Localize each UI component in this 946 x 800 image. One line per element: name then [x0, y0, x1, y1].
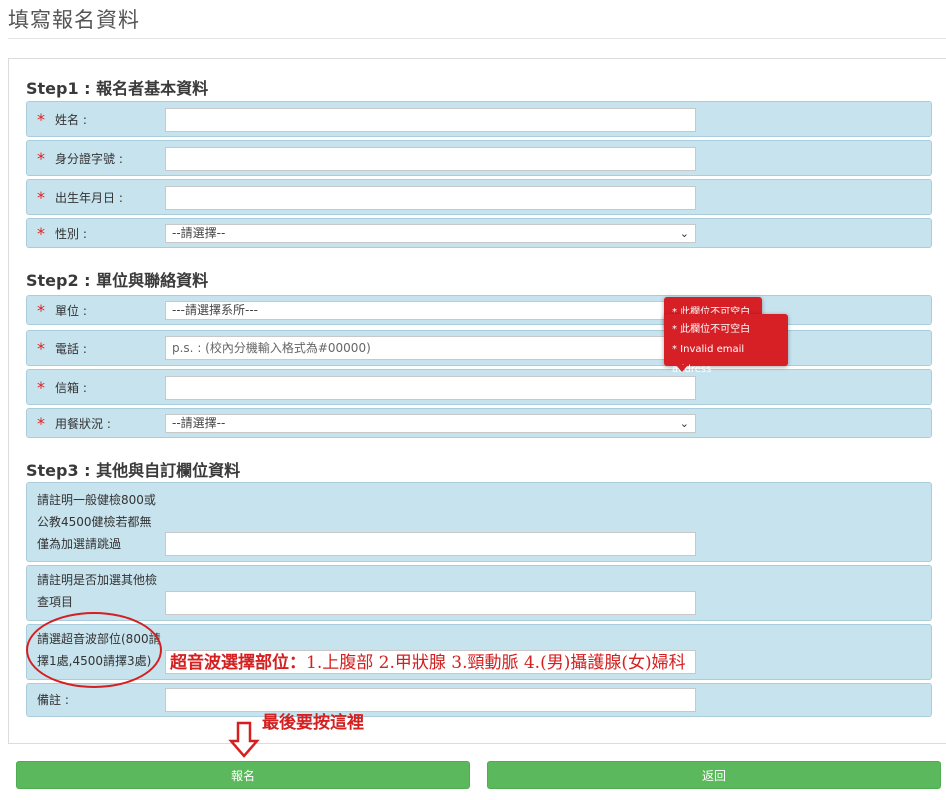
checkup-type-label: 請註明一般健檢800或公教4500健檢若都無僅為加選請跳過 — [37, 493, 156, 551]
step1-title: Step1 : 報名者基本資料 — [26, 79, 209, 98]
row-meal: * 用餐狀況 : --請選擇-- ⌄ — [26, 408, 932, 438]
gender-select-value: --請選擇-- — [172, 226, 226, 240]
gender-label: * 性別 : — [37, 222, 87, 245]
required-marker: * — [37, 378, 45, 397]
id-number-label: * 身分證字號 : — [37, 147, 123, 170]
ultrasound-annotation: 超音波選擇部位：1.上腹部 2.甲狀腺 3.頸動脈 4.(男)攝護腺(女)婦科 — [170, 648, 686, 673]
required-marker: * — [37, 339, 45, 358]
tooltip-line-required: * 此欄位不可空白 — [672, 324, 751, 335]
step2-title: Step2 : 單位與聯絡資料 — [26, 271, 209, 290]
step3-title: Step3 : 其他與自訂欄位資料 — [26, 461, 241, 480]
birthdate-input[interactable] — [165, 186, 696, 210]
back-button[interactable]: 返回 — [487, 761, 941, 789]
phone-input[interactable]: p.s. : (校內分機輸入格式為#00000) — [165, 336, 696, 360]
chevron-down-icon: ⌄ — [679, 227, 689, 240]
down-arrow-icon — [228, 721, 260, 758]
ultrasound-annotation-options: 1.上腹部 2.甲狀腺 3.頸動脈 4.(男)攝護腺(女)婦科 — [306, 653, 686, 673]
tooltip-pointer — [676, 365, 688, 372]
name-input[interactable] — [165, 108, 696, 132]
gender-select[interactable]: --請選擇-- ⌄ — [165, 224, 696, 243]
submit-button[interactable]: 報名 — [16, 761, 470, 789]
label-text: 出生年月日 : — [55, 191, 123, 205]
required-marker: * — [37, 188, 45, 207]
notes-label: 備註 : — [37, 693, 69, 707]
email-input[interactable] — [165, 376, 696, 400]
id-number-input[interactable] — [165, 147, 696, 171]
row-extra-items: 請註明是否加選其他檢查項目 — [26, 565, 932, 621]
extra-items-label: 請註明是否加選其他檢查項目 — [37, 573, 158, 609]
checkup-type-input[interactable] — [165, 532, 696, 556]
birthdate-label: * 出生年月日 : — [37, 186, 123, 209]
notes-input[interactable] — [165, 688, 696, 712]
label-text: 信箱 : — [55, 381, 87, 395]
phone-label: * 電話 : — [37, 337, 87, 360]
row-birthdate: * 出生年月日 : — [26, 179, 932, 215]
required-marker: * — [37, 149, 45, 168]
row-notes: 備註 : — [26, 683, 932, 717]
row-checkup-type: 請註明一般健檢800或公教4500健檢若都無僅為加選請跳過 — [26, 482, 932, 562]
page-title: 填寫報名資料 — [8, 8, 140, 32]
required-marker: * — [37, 301, 45, 320]
click-here-annotation: 最後要按這裡 — [262, 713, 364, 733]
label-text: 身分證字號 : — [55, 152, 123, 166]
extra-items-input[interactable] — [165, 591, 696, 615]
row-phone: * 電話 : p.s. : (校內分機輸入格式為#00000) — [26, 330, 932, 366]
row-gender: * 性別 : --請選擇-- ⌄ — [26, 218, 932, 248]
validation-tooltip: * 此欄位不可空白 * Invalid email address — [664, 314, 788, 375]
row-id-number: * 身分證字號 : — [26, 140, 932, 176]
name-label: * 姓名 : — [37, 108, 87, 131]
label-text: 用餐狀況 : — [55, 417, 111, 431]
label-text: 姓名 : — [55, 113, 87, 127]
chevron-down-icon: ⌄ — [679, 417, 689, 430]
email-label: * 信箱 : — [37, 376, 87, 399]
title-divider — [8, 38, 946, 39]
ultrasound-annotation-label: 超音波選擇部位： — [170, 653, 306, 673]
row-email: * 信箱 : — [26, 369, 932, 405]
label-text: 電話 : — [55, 342, 87, 356]
label-text: 性別 : — [55, 227, 87, 241]
meal-label: * 用餐狀況 : — [37, 412, 111, 435]
required-marker: * — [37, 110, 45, 129]
required-marker: * — [37, 414, 45, 433]
annotation-circle — [26, 612, 162, 688]
row-name: * 姓名 : — [26, 101, 932, 137]
meal-select[interactable]: --請選擇-- ⌄ — [165, 414, 696, 433]
row-department: * 單位 : ---請選擇系所--- — [26, 295, 932, 325]
department-label: * 單位 : — [37, 299, 87, 322]
department-select[interactable]: ---請選擇系所--- — [165, 301, 696, 320]
required-marker: * — [37, 224, 45, 243]
meal-select-value: --請選擇-- — [172, 416, 226, 430]
label-text: 單位 : — [55, 304, 87, 318]
tooltip-line-email: * Invalid email address — [672, 344, 745, 375]
